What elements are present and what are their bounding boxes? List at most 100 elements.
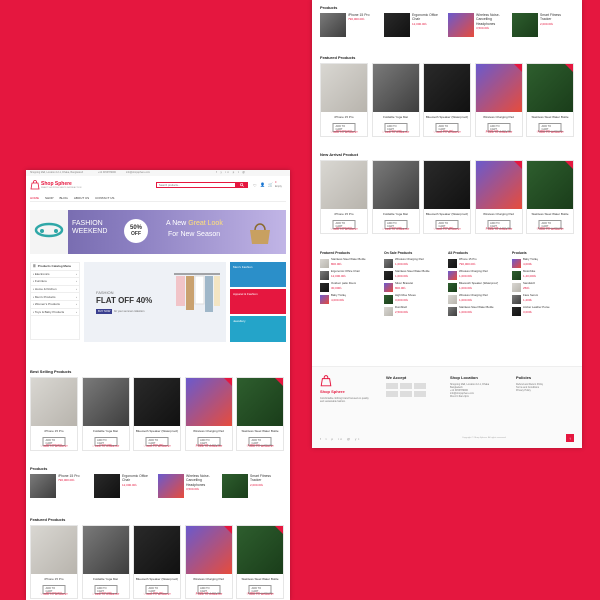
- nav-contact[interactable]: CONTACT US: [95, 196, 114, 201]
- product-image[interactable]: [134, 378, 180, 426]
- category-item[interactable]: • Furniture ›: [31, 278, 79, 286]
- new-arrival-card[interactable]: Stainless Steel Water Bottle 1,000.00৳ 1,…: [526, 160, 574, 234]
- wishlist-button[interactable]: ♡ ADD TO WISHLIST: [321, 130, 367, 134]
- product-thumb[interactable]: [320, 258, 329, 268]
- wishlist-button[interactable]: ♡ ADD TO WISHLIST: [527, 130, 573, 134]
- product-name[interactable]: Smart Fitness Tracker: [250, 474, 280, 483]
- featured-card[interactable]: Foldable Yoga Mat 2,000.00৳ ADD TO CART ♡ A…: [371, 63, 420, 137]
- product-thumb[interactable]: [512, 13, 538, 37]
- list-item[interactable]: Bluetooth Speaker (Waterproof) 1,000.00৳: [448, 281, 508, 293]
- new-arrival-card[interactable]: iPhone 15 Pro 790,000.00৳ ADD TO CART ♡ ADD…: [320, 160, 368, 234]
- featured-card[interactable]: Wireless Charging Pad 1,000.00৳ 2,000.00৳…: [474, 63, 523, 137]
- product-thumb[interactable]: [30, 474, 56, 498]
- list-item[interactable]: Sandwich 250৳: [512, 281, 572, 293]
- strip-product[interactable]: iPhone 15 Pro 790,000.00৳: [320, 13, 378, 37]
- shopping-bag-logo-icon[interactable]: [30, 180, 40, 190]
- product-thumb[interactable]: [94, 474, 120, 498]
- list-item[interactable]: Wireless Charging Pad 1,000.00৳: [448, 269, 508, 281]
- footer-social-icons[interactable]: f t p in @ yt: [320, 437, 361, 441]
- list-item[interactable]: Stainless Steel Water Bottle 1,000.00৳: [384, 269, 444, 281]
- product-thumb[interactable]: [448, 306, 457, 316]
- wishlist-button[interactable]: ♡ ADD TO WISHLIST: [237, 444, 283, 448]
- list-item[interactable]: Ergonomic Office Chair 12,000.00৳: [320, 269, 380, 281]
- product-thumb[interactable]: [448, 294, 457, 304]
- wishlist-button[interactable]: ♡ ADD TO WISHLIST: [424, 227, 470, 231]
- featured-card[interactable]: iPhone 15 Pro 790,000.00৳ ADD TO CART ♡ ADD…: [30, 525, 78, 599]
- product-thumb[interactable]: [384, 270, 393, 280]
- strip-product[interactable]: Ergonomic Office Chair 12,000.00৳: [94, 474, 152, 498]
- featured-card[interactable]: Foldable Yoga Mat 2,000.00৳ ADD TO CART ♡ A…: [81, 525, 130, 599]
- best-selling-card[interactable]: Stainless Steel Water Bottle 1,000.00৳ 1,…: [236, 377, 284, 451]
- wishlist-button[interactable]: ♡ ADD TO WISHLIST: [527, 227, 573, 231]
- user-icon[interactable]: 👤: [260, 182, 265, 187]
- product-name[interactable]: Smart Fitness Tracker: [540, 13, 570, 22]
- list-item[interactable]: High Rise Shoes 3,000.00৳: [384, 293, 444, 305]
- best-selling-card[interactable]: iPhone 15 Pro 790,000.00৳ ADD TO CART ♡ ADD…: [30, 377, 78, 451]
- product-thumb[interactable]: [384, 282, 393, 292]
- category-item[interactable]: • Home & Kitchen ›: [31, 286, 79, 294]
- wishlist-button[interactable]: ♡ ADD TO WISHLIST: [31, 444, 77, 448]
- list-item[interactable]: Face Serum 1,200৳: [512, 293, 572, 305]
- best-selling-card[interactable]: Foldable Yoga Mat 2,000.00৳ ADD TO CART ♡ A…: [81, 377, 130, 451]
- product-thumb[interactable]: [384, 294, 393, 304]
- list-item[interactable]: Amber Leather Purse 3,000৳: [512, 305, 572, 317]
- wishlist-button[interactable]: ♡ ADD TO WISHLIST: [476, 227, 522, 231]
- side-banner-mens[interactable]: Men's Fashion: [230, 262, 286, 287]
- hero-buy-button[interactable]: BUY NOW: [96, 309, 113, 314]
- nav-about[interactable]: ABOUT US: [74, 196, 89, 201]
- wishlist-button[interactable]: ♡ ADD TO WISHLIST: [321, 227, 367, 231]
- featured-card[interactable]: Stainless Steel Water Bottle 1,000.00৳ 1,…: [236, 525, 284, 599]
- strip-product[interactable]: Smart Fitness Tracker 2,000.00৳: [222, 474, 280, 498]
- product-image[interactable]: [82, 526, 129, 574]
- product-name[interactable]: Wireless Noise-Cancelling Headphones: [476, 13, 506, 26]
- product-thumb[interactable]: [384, 13, 410, 37]
- featured-card[interactable]: Bluetooth Speaker (Waterproof) 1,000.00৳ A…: [133, 525, 181, 599]
- product-name[interactable]: Ergonomic Office Chair: [122, 474, 152, 483]
- new-arrival-card[interactable]: Wireless Charging Pad 1,000.00৳ 2,000.00৳…: [474, 160, 523, 234]
- product-thumb[interactable]: [448, 13, 474, 37]
- category-item[interactable]: • Men's Products ›: [31, 293, 79, 301]
- hero-banner[interactable]: FASHION FLAT OFF 40% BUY NOW for your su…: [84, 262, 226, 342]
- product-thumb[interactable]: [448, 258, 457, 268]
- wishlist-button[interactable]: ♡ ADD TO WISHLIST: [424, 130, 470, 134]
- product-image[interactable]: [82, 378, 129, 426]
- list-item[interactable]: Stainless Steel Water Bottle 800.00৳: [320, 257, 380, 269]
- product-image[interactable]: [134, 526, 180, 574]
- product-image[interactable]: [372, 161, 419, 209]
- wishlist-button[interactable]: ♡ ADD TO WISHLIST: [134, 444, 180, 448]
- list-item[interactable]: Stainless Steel Water Bottle 1,000.00৳: [448, 305, 508, 317]
- product-thumb[interactable]: [158, 474, 184, 498]
- product-thumb[interactable]: [384, 306, 393, 316]
- wishlist-button[interactable]: ♡ ADD TO WISHLIST: [83, 444, 129, 448]
- nav-shop[interactable]: SHOP: [45, 196, 54, 201]
- scroll-top-button[interactable]: ↑: [566, 434, 574, 442]
- featured-card[interactable]: Wireless Charging Pad 1,000.00৳ 2,000.00৳…: [184, 525, 233, 599]
- featured-card[interactable]: Stainless Steel Water Bottle 1,000.00৳ 1,…: [526, 63, 574, 137]
- list-item[interactable]: Dumbbell 2,500.00৳: [384, 305, 444, 317]
- product-thumb[interactable]: [320, 270, 329, 280]
- product-thumb[interactable]: [512, 306, 521, 316]
- product-thumb[interactable]: [512, 282, 521, 292]
- list-item[interactable]: iPhone 15 Pro 790,000.00৳: [448, 257, 508, 269]
- product-thumb[interactable]: [448, 282, 457, 292]
- product-thumb[interactable]: [384, 258, 393, 268]
- heart-icon[interactable]: ♡: [253, 183, 257, 188]
- category-item[interactable]: • Toys & Baby Products ›: [31, 309, 79, 317]
- product-image[interactable]: [321, 161, 367, 209]
- side-banner-jewellery[interactable]: Jewellery: [230, 316, 286, 342]
- product-image[interactable]: [424, 64, 470, 112]
- nav-blog[interactable]: BLOG: [60, 196, 68, 201]
- product-image[interactable]: [424, 161, 470, 209]
- product-thumb[interactable]: [222, 474, 248, 498]
- wishlist-button[interactable]: ♡ ADD TO WISHLIST: [186, 592, 232, 596]
- list-item[interactable]: Baby Trolley 4,000.00৳: [320, 293, 380, 305]
- strip-product[interactable]: Wireless Noise-Cancelling Headphones 3,50…: [448, 13, 506, 37]
- list-item[interactable]: Motorbike 1,40,000৳: [512, 269, 572, 281]
- product-image[interactable]: [372, 64, 419, 112]
- cart-icon[interactable]: 🛒: [268, 182, 273, 187]
- strip-product[interactable]: iPhone 15 Pro 790,000.00৳: [30, 474, 88, 498]
- category-item[interactable]: • Electronics ›: [31, 271, 79, 279]
- list-item[interactable]: Silver Bracelet 800.00৳: [384, 281, 444, 293]
- footer-policy-link[interactable]: Privacy Policy: [516, 389, 543, 392]
- product-name[interactable]: Ergonomic Office Chair: [412, 13, 442, 22]
